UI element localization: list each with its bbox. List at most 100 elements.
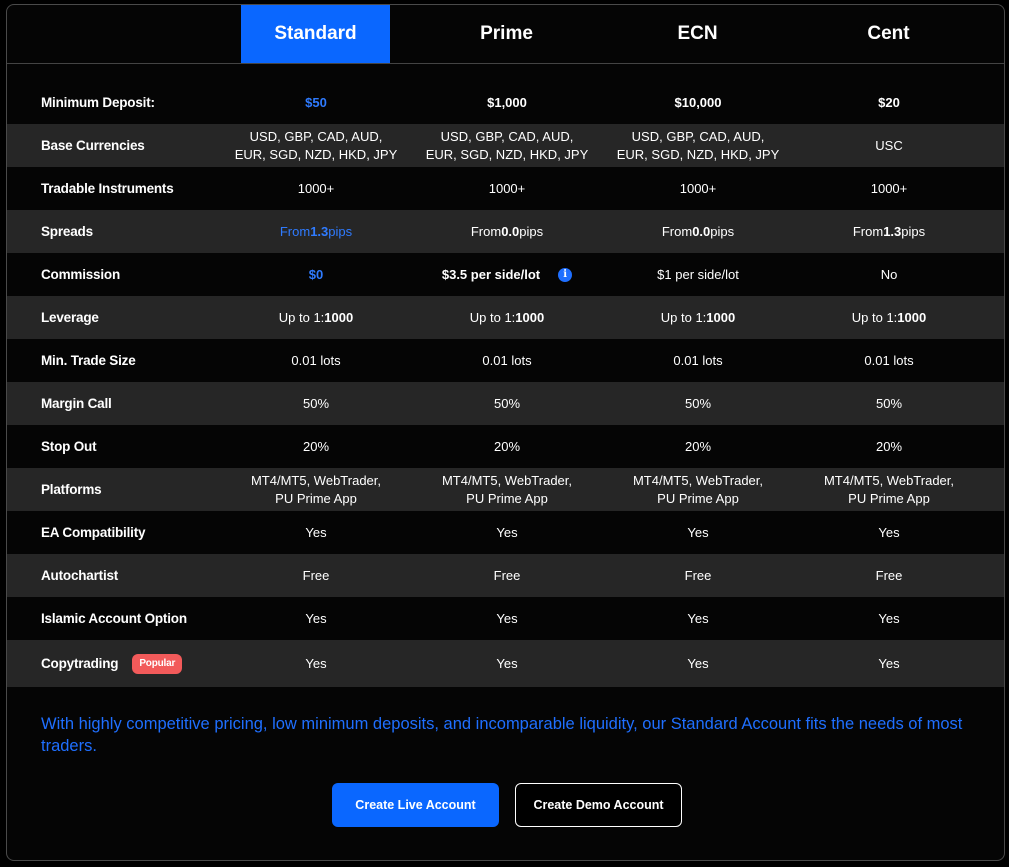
table-cell: $50	[305, 94, 327, 110]
table-cell: MT4/MT5, WebTrader, PU Prime App	[603, 468, 793, 511]
table-cell: 50%	[684, 395, 712, 411]
tab-cent[interactable]: Cent	[814, 5, 963, 63]
create-live-account-button[interactable]: Create Live Account	[332, 783, 499, 827]
table-cell: From 1.3 pips	[852, 223, 926, 239]
table-cell: $20	[878, 94, 900, 110]
row-label: Stop Out	[41, 439, 97, 454]
table-cell: Yes	[305, 610, 327, 626]
row-label: Base Currencies	[41, 138, 145, 153]
table-cell: MT4/MT5, WebTrader, PU Prime App	[221, 468, 411, 511]
account-comparison-card: Standard Prime ECN Cent Minimum Deposit:…	[6, 4, 1005, 861]
table-cell: No	[880, 266, 898, 282]
table-cell: Free	[302, 567, 330, 583]
table-cell: Yes	[687, 655, 709, 671]
multiline-text: USD, GBP, CAD, AUD, EUR, SGD, NZD, HKD, J…	[616, 128, 780, 162]
multiline-text: USD, GBP, CAD, AUD, EUR, SGD, NZD, HKD, J…	[425, 128, 589, 162]
table-cell: Yes	[305, 655, 327, 671]
create-demo-account-button[interactable]: Create Demo Account	[515, 783, 682, 827]
table-cell: Yes	[496, 524, 518, 540]
row-label: Min. Trade Size	[41, 353, 136, 368]
table-cell: 0.01 lots	[673, 352, 723, 368]
row-label: Copytrading Popular	[41, 640, 183, 687]
spread-value: 0.0	[692, 223, 711, 239]
table-row-stop-out: Stop Out 20% 20% 20% 20%	[7, 425, 1004, 468]
table-cell: USD, GBP, CAD, AUD, EUR, SGD, NZD, HKD, J…	[412, 124, 602, 167]
table-cell: Free	[493, 567, 521, 583]
row-label: Leverage	[41, 310, 99, 325]
tab-ecn[interactable]: ECN	[623, 5, 772, 63]
table-cell: Up to 1: 1000	[660, 309, 736, 325]
table-cell: Yes	[878, 655, 900, 671]
row-label: Autochartist	[41, 568, 119, 583]
table-cell: Yes	[687, 610, 709, 626]
table-cell: Free	[875, 567, 903, 583]
leverage-value: 1000	[706, 309, 736, 325]
table-cell: Up to 1: 1000	[851, 309, 927, 325]
table-cell: $0	[308, 266, 324, 282]
leverage-value: 1000	[324, 309, 354, 325]
table-row-minimum-deposit: Minimum Deposit: $50 $1,000 $10,000 $20	[7, 81, 1004, 124]
multiline-text: MT4/MT5, WebTrader, PU Prime App	[632, 472, 764, 506]
copytrading-label: Copytrading	[41, 656, 119, 671]
table-cell: 20%	[684, 438, 712, 454]
table-cell: Yes	[687, 524, 709, 540]
table-cell: 50%	[875, 395, 903, 411]
tab-prime[interactable]: Prime	[432, 5, 581, 63]
tab-standard[interactable]: Standard	[241, 5, 390, 63]
comparison-table: Minimum Deposit: $50 $1,000 $10,000 $20 …	[7, 81, 1004, 687]
row-label: Margin Call	[41, 396, 112, 411]
table-row-base-currencies: Base Currencies USD, GBP, CAD, AUD, EUR, …	[7, 124, 1004, 167]
table-cell: From 0.0 pips	[470, 223, 544, 239]
table-cell: Yes	[496, 610, 518, 626]
spread-value: 0.0	[501, 223, 520, 239]
table-cell: 0.01 lots	[482, 352, 532, 368]
table-cell: Yes	[305, 524, 327, 540]
table-cell: 20%	[493, 438, 521, 454]
table-row-min-trade-size: Min. Trade Size 0.01 lots 0.01 lots 0.01…	[7, 339, 1004, 382]
account-type-header: Standard Prime ECN Cent	[7, 5, 1004, 64]
row-label: Commission	[41, 267, 121, 282]
multiline-text: MT4/MT5, WebTrader, PU Prime App	[250, 472, 382, 506]
table-cell: 50%	[493, 395, 521, 411]
table-row-platforms: Platforms MT4/MT5, WebTrader, PU Prime Ap…	[7, 468, 1004, 511]
table-row-tradable-instruments: Tradable Instruments 1000+ 1000+ 1000+ 1…	[7, 167, 1004, 210]
table-cell: Free	[684, 567, 712, 583]
table-cell: Yes	[878, 524, 900, 540]
table-cell: Yes	[878, 610, 900, 626]
table-row-islamic-account: Islamic Account Option Yes Yes Yes Yes	[7, 597, 1004, 640]
table-cell: 1000+	[297, 180, 335, 196]
table-cell: Up to 1: 1000	[278, 309, 354, 325]
spread-value: 1.3	[310, 223, 329, 239]
multiline-text: MT4/MT5, WebTrader, PU Prime App	[823, 472, 955, 506]
row-label: Islamic Account Option	[41, 611, 187, 626]
table-cell: From 0.0 pips	[661, 223, 735, 239]
row-label: Platforms	[41, 482, 102, 497]
table-cell: $1 per side/lot	[657, 266, 739, 282]
table-cell: 20%	[875, 438, 903, 454]
leverage-value: 1000	[515, 309, 545, 325]
spread-value: 1.3	[883, 223, 902, 239]
table-row-commission: Commission $0 $3.5 per side/lot i $1 per…	[7, 253, 1004, 296]
popular-badge: Popular	[132, 653, 183, 674]
table-cell: From 1.3 pips	[279, 223, 353, 239]
table-row-copytrading: Copytrading Popular Yes Yes Yes Yes	[7, 640, 1004, 687]
multiline-text: USD, GBP, CAD, AUD, EUR, SGD, NZD, HKD, J…	[234, 128, 398, 162]
row-label: Spreads	[41, 224, 93, 239]
account-description: With highly competitive pricing, low min…	[41, 715, 963, 755]
table-cell: $1,000	[487, 94, 527, 110]
table-cell: 1000+	[679, 180, 717, 196]
info-icon[interactable]: i	[558, 267, 573, 282]
row-label: Tradable Instruments	[41, 181, 174, 196]
table-cell: 0.01 lots	[291, 352, 341, 368]
table-cell: Up to 1: 1000	[469, 309, 545, 325]
leverage-value: 1000	[897, 309, 927, 325]
table-cell: Yes	[496, 655, 518, 671]
commission-value: $3.5 per side/lot	[441, 266, 541, 282]
table-row-leverage: Leverage Up to 1: 1000 Up to 1: 1000 Up to…	[7, 296, 1004, 339]
table-row-autochartist: Autochartist Free Free Free Free	[7, 554, 1004, 597]
table-cell: USD, GBP, CAD, AUD, EUR, SGD, NZD, HKD, J…	[603, 124, 793, 167]
table-cell: USD, GBP, CAD, AUD, EUR, SGD, NZD, HKD, J…	[221, 124, 411, 167]
table-cell: 0.01 lots	[864, 352, 914, 368]
table-row-spreads: Spreads From 1.3 pips From 0.0 pips From…	[7, 210, 1004, 253]
table-cell: 50%	[302, 395, 330, 411]
